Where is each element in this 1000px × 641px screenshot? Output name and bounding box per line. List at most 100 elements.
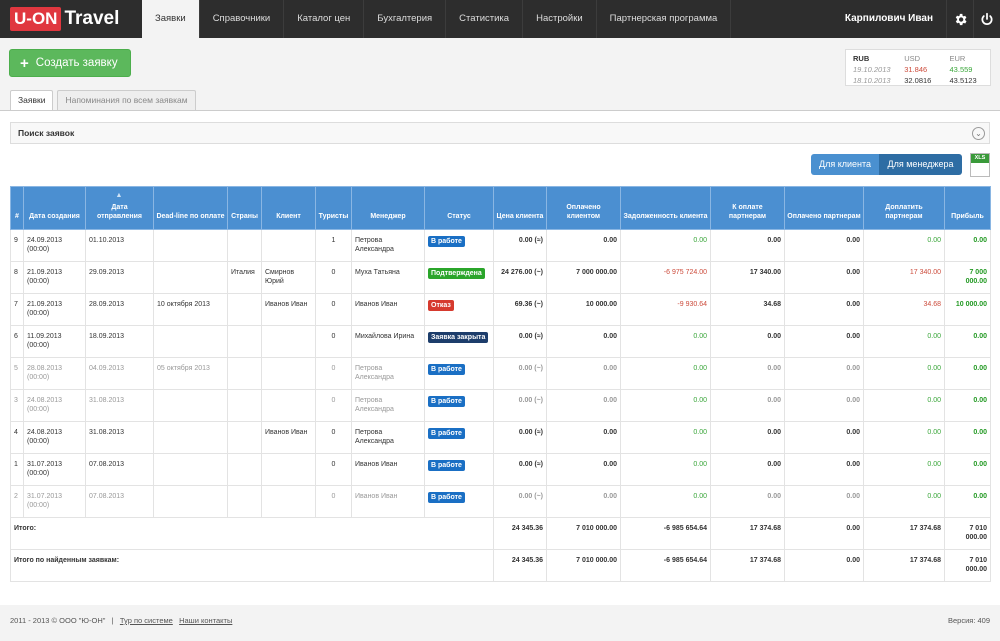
table-row[interactable]: 4 24.08.2013 (00:00) 31.08.2013 Иванов Иван… [10, 421, 991, 454]
nav-directories[interactable]: Справочники [200, 0, 285, 38]
cell-client [261, 229, 316, 262]
cell-value[interactable]: 9 [14, 237, 18, 244]
rates-usd-value: 32.0816 [904, 76, 932, 85]
cell-value[interactable]: Петрова Александра [355, 397, 394, 413]
header-col-status[interactable]: Статус [424, 186, 494, 230]
cell-manager: Петрова Александра [351, 389, 425, 422]
cell-value[interactable]: Михайлова Ирина [355, 333, 414, 340]
cell-value[interactable]: 4 [14, 429, 18, 436]
header-col-debt[interactable]: Задолженность клиента [620, 186, 711, 230]
header-col-created[interactable]: Дата создания [23, 186, 86, 230]
cell-value[interactable]: 1 [14, 461, 18, 468]
header-col-surcharge[interactable]: Доплатить партнерам [863, 186, 945, 230]
cell-value[interactable]: 7 [14, 301, 18, 308]
cell-value: 17 340.00 [749, 269, 781, 276]
view-client-button[interactable]: Для клиента [811, 154, 879, 175]
nav-requests[interactable]: Заявки [142, 0, 200, 38]
create-request-button[interactable]: + Создать заявку [9, 49, 131, 77]
cell-value[interactable]: Иванов Иван [265, 429, 307, 436]
cell-value[interactable]: 8 [14, 269, 18, 276]
cell-value[interactable]: Петрова Александра [355, 237, 394, 253]
cell-value[interactable]: Иванов Иван [355, 493, 397, 500]
cell-value[interactable]: Петрова Александра [355, 365, 394, 381]
cell-value: 0.00 [973, 365, 987, 372]
nav-partner-program[interactable]: Партнерская программа [597, 0, 732, 38]
cell-value: 0.00 (~) [518, 365, 543, 372]
cell-value: 0 [331, 333, 336, 340]
status-badge[interactable]: В работе [428, 460, 465, 471]
cell-value: 24.08.2013 (00:00) [27, 429, 63, 445]
gear-icon[interactable] [946, 0, 973, 38]
header-col-id[interactable]: # [10, 186, 24, 230]
header-col-deadline[interactable]: Dead-line по оплате [153, 186, 228, 230]
cell-value: 0 [331, 429, 336, 436]
header-col-departure[interactable]: ▲ Дата отправления [85, 186, 154, 230]
table-row[interactable]: 8 21.09.2013 (00:00) 29.09.2013 Италия Смирн… [10, 261, 991, 294]
cell-paid-partner: 0.00 [784, 453, 864, 486]
cell-value[interactable]: Иванов Иван [265, 301, 307, 308]
cell-price: 24 276.00 (~) [493, 261, 547, 294]
cell-id: 6 [10, 325, 24, 358]
table-row[interactable]: 5 28.08.2013 (00:00) 04.09.2013 05 октября … [10, 357, 991, 390]
cell-value[interactable]: Муха Татьяна [355, 269, 400, 276]
view-manager-button[interactable]: Для менеджера [879, 154, 962, 175]
header-label: Прибыль [951, 213, 984, 220]
header-col-manager[interactable]: Менеджер [351, 186, 425, 230]
cell-value[interactable]: Петрова Александра [355, 429, 394, 445]
total-debt: -6 985 654.64 [620, 517, 711, 550]
status-badge[interactable]: В работе [428, 396, 465, 407]
table-row[interactable]: 7 21.09.2013 (00:00) 28.09.2013 10 октября … [10, 293, 991, 326]
total-surcharge: 17 374.68 [863, 549, 945, 582]
header-col-tourists[interactable]: Туристы [315, 186, 352, 230]
nav-price-catalog[interactable]: Каталог цен [284, 0, 365, 38]
header-col-paid-partner[interactable]: Оплачено партнерам [784, 186, 864, 230]
excel-export-icon[interactable]: XLS [970, 153, 990, 177]
power-icon[interactable] [973, 0, 1000, 38]
cell-value: 0.00 [693, 493, 707, 500]
cell-value: 0.00 [767, 237, 781, 244]
table-row[interactable]: 1 31.07.2013 (00:00) 07.08.2013 0 Иванов Ива… [10, 453, 991, 486]
status-badge[interactable]: Отказ [428, 300, 454, 311]
cell-value[interactable]: 5 [14, 365, 18, 372]
cell-value[interactable]: Смирнов Юрий [265, 269, 294, 285]
nav-statistics[interactable]: Статистика [446, 0, 524, 38]
tour-link[interactable]: Тур по системе [120, 616, 173, 625]
chevron-down-icon[interactable]: ⌄ [972, 127, 985, 140]
header-col-countries[interactable]: Страны [227, 186, 262, 230]
cell-created: 21.09.2013 (00:00) [23, 293, 86, 326]
header-col-to-pay[interactable]: К оплате партнерам [710, 186, 785, 230]
header-label: Менеджер [370, 213, 406, 220]
status-badge[interactable]: Заявка закрыта [428, 332, 489, 343]
header-col-profit[interactable]: Прибыль [944, 186, 991, 230]
table-row[interactable]: 3 24.08.2013 (00:00) 31.08.2013 0 Петрова Ал… [10, 389, 991, 422]
status-badge[interactable]: В работе [428, 428, 465, 439]
table-row[interactable]: 2 31.07.2013 (00:00) 07.08.2013 0 Иванов Ива… [10, 485, 991, 518]
table-row[interactable]: 9 24.09.2013 (00:00) 01.10.2013 1 Петрова Ал… [10, 229, 991, 262]
status-badge[interactable]: В работе [428, 364, 465, 375]
rates-eur-value: 43.5123 [949, 76, 977, 85]
tab-requests[interactable]: Заявки [10, 90, 54, 111]
search-requests-bar[interactable]: Поиск заявок ⌄ [10, 122, 990, 144]
nav-settings[interactable]: Настройки [523, 0, 597, 38]
tab-reminders[interactable]: Напоминания по всем заявкам [57, 90, 196, 110]
cell-value[interactable]: 2 [14, 493, 18, 500]
nav-accounting[interactable]: Бухгалтерия [364, 0, 447, 38]
cell-value[interactable]: Иванов Иван [355, 461, 397, 468]
header-col-client[interactable]: Клиент [261, 186, 316, 230]
table-row[interactable]: 6 11.09.2013 (00:00) 18.09.2013 0 Михайлова … [10, 325, 991, 358]
logo[interactable]: U-ON Travel [0, 0, 142, 38]
status-badge[interactable]: В работе [428, 236, 465, 247]
cell-price: 0.00 (≈) [493, 229, 547, 262]
status-badge[interactable]: В работе [428, 492, 465, 503]
cell-value[interactable]: Иванов Иван [355, 301, 397, 308]
cell-surcharge: 0.00 [863, 421, 945, 454]
status-badge[interactable]: Подтверждена [428, 268, 485, 279]
cell-value[interactable]: 6 [14, 333, 18, 340]
contacts-link[interactable]: Наши контакты [179, 616, 232, 625]
cell-value[interactable]: 3 [14, 397, 18, 404]
footer: 2011 - 2013 © ООО "Ю-ОН" | Тур по систем… [0, 606, 1000, 641]
header-col-paid[interactable]: Оплачено клиентом [546, 186, 621, 230]
cell-debt: 0.00 [620, 453, 711, 486]
user-name[interactable]: Карпилович Иван [845, 0, 933, 38]
header-col-price[interactable]: Цена клиента [493, 186, 547, 230]
